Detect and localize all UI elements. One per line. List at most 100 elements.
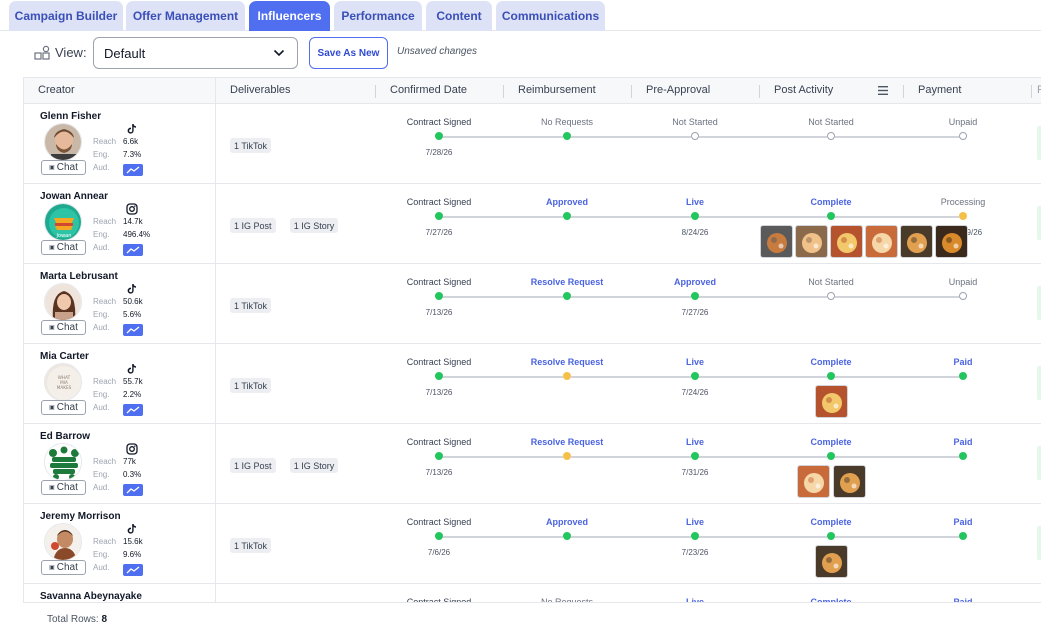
- pipeline-status[interactable]: Resolve Request: [531, 277, 604, 287]
- eng-label: Eng.: [93, 550, 110, 559]
- pipeline-status[interactable]: Complete: [810, 357, 851, 367]
- pipeline-status[interactable]: Live: [686, 197, 704, 207]
- creator-name[interactable]: Marta Lebrusant: [40, 271, 118, 282]
- tab-content[interactable]: Content: [426, 1, 492, 31]
- pipeline-status[interactable]: Live: [686, 437, 704, 447]
- avatar: [44, 443, 82, 481]
- pipeline-connector: [699, 376, 827, 378]
- col-confirmed-date[interactable]: Confirmed Date: [390, 84, 467, 96]
- chat-button[interactable]: ▣ Chat: [41, 240, 86, 255]
- pipeline-status[interactable]: Approved: [546, 197, 588, 207]
- total-rows-label: Total Rows:: [47, 614, 99, 625]
- col-pre-approval[interactable]: Pre-Approval: [646, 84, 710, 96]
- pipeline-connector: [835, 136, 959, 138]
- pipeline-node: [691, 292, 699, 300]
- reach-label: Reach: [93, 217, 117, 226]
- pipeline-status[interactable]: Approved: [546, 517, 588, 527]
- pipeline-node: [435, 292, 443, 300]
- audience-chart-icon[interactable]: [123, 244, 143, 256]
- col-payment[interactable]: Payment: [918, 84, 961, 96]
- truncated-cell: [1037, 446, 1041, 480]
- pipeline-date: 7/23/26: [681, 548, 709, 557]
- view-select[interactable]: Default: [93, 37, 298, 69]
- pipeline-status: Contract Signed: [406, 437, 472, 447]
- pipeline-status[interactable]: Live: [686, 357, 704, 367]
- table-row[interactable]: Mia Carter WHAT MIA MAKES ▣ Chat Reach 55.7k Eng…: [24, 344, 1041, 424]
- tab-influencers[interactable]: Influencers: [249, 1, 330, 31]
- col-post-activity[interactable]: Post Activity: [774, 84, 833, 96]
- col-deliverables[interactable]: Deliverables: [230, 84, 291, 96]
- column-divider: [903, 85, 904, 98]
- pipeline-status: Not Started: [808, 277, 854, 287]
- reach-value: 6.6k: [123, 137, 139, 146]
- post-thumbnail[interactable]: [833, 465, 866, 498]
- pipeline-status[interactable]: Paid: [953, 517, 972, 527]
- reach-value: 77k: [123, 457, 136, 466]
- creator-name[interactable]: Glenn Fisher: [40, 111, 101, 122]
- pipeline-status[interactable]: Paid: [953, 357, 972, 367]
- pipeline-status[interactable]: Complete: [810, 437, 851, 447]
- audience-chart-icon[interactable]: [123, 404, 143, 416]
- table-row[interactable]: Marta Lebrusant ▣ Chat Reach 50.6k Eng. 5.6% Au…: [24, 264, 1041, 344]
- creator-name[interactable]: Jowan Annear: [40, 191, 108, 202]
- chat-button[interactable]: ▣ Chat: [41, 320, 86, 335]
- pipeline-node: [827, 212, 835, 220]
- pipeline-connector: [835, 376, 959, 378]
- column-menu-icon[interactable]: [878, 86, 888, 95]
- chat-label: Chat: [56, 162, 78, 173]
- tab-performance[interactable]: Performance: [334, 1, 422, 31]
- chat-button[interactable]: ▣ Chat: [41, 400, 86, 415]
- pipeline-status[interactable]: Resolve Request: [531, 357, 604, 367]
- post-thumbnail[interactable]: [935, 225, 968, 258]
- column-divider: [375, 85, 376, 98]
- creator-name[interactable]: Savanna Abeynayake: [40, 591, 142, 602]
- tab-communications[interactable]: Communications: [496, 1, 605, 31]
- pipeline-connector: [835, 216, 959, 218]
- pipeline-status[interactable]: Complete: [810, 197, 851, 207]
- post-thumbnail[interactable]: [900, 225, 933, 258]
- table-row[interactable]: Jeremy Morrison ▣ Chat Reach 15.6k Eng. 9.6% Au…: [24, 504, 1041, 584]
- table-row[interactable]: Savanna Abeynayake Contract Signed No Requ…: [24, 584, 1041, 602]
- col-creator[interactable]: Creator: [38, 84, 75, 96]
- table-row[interactable]: Jowan Annear Jowan ▣ Chat Reach 14.7k Eng. 496.…: [24, 184, 1041, 264]
- creator-name[interactable]: Mia Carter: [40, 351, 89, 362]
- audience-chart-icon[interactable]: [123, 164, 143, 176]
- post-thumbnail[interactable]: [815, 385, 848, 418]
- audience-chart-icon[interactable]: [123, 324, 143, 336]
- pipeline-connector: [443, 536, 563, 538]
- post-thumbnail[interactable]: [795, 225, 828, 258]
- audience-chart-icon[interactable]: [123, 564, 143, 576]
- tab-campaign-builder[interactable]: Campaign Builder: [9, 1, 123, 31]
- eng-label: Eng.: [93, 470, 110, 479]
- table-row[interactable]: Glenn Fisher ▣ Chat Reach 6.6k Eng. 7.3% Aud. 1 …: [24, 104, 1041, 184]
- post-thumbnail[interactable]: [865, 225, 898, 258]
- pipeline-node: [959, 452, 967, 460]
- pipeline-status[interactable]: Paid: [953, 437, 972, 447]
- pipeline-status[interactable]: Live: [686, 517, 704, 527]
- pipeline-status[interactable]: Approved: [674, 277, 716, 287]
- post-thumbnail[interactable]: [760, 225, 793, 258]
- post-thumbnail[interactable]: [815, 545, 848, 578]
- creator-name[interactable]: Jeremy Morrison: [40, 511, 121, 522]
- tab-offer-management[interactable]: Offer Management: [126, 1, 245, 31]
- save-as-new-button[interactable]: Save As New: [309, 37, 388, 69]
- chat-button[interactable]: ▣ Chat: [41, 160, 86, 175]
- pipeline-connector: [571, 296, 691, 298]
- instagram-icon: [126, 202, 138, 215]
- col-truncated[interactable]: P: [1037, 84, 1041, 96]
- pipeline-status[interactable]: Resolve Request: [531, 437, 604, 447]
- toolbar: View: Default Save As New Unsaved change…: [0, 31, 1041, 76]
- creator-name[interactable]: Ed Barrow: [40, 431, 90, 442]
- chat-button[interactable]: ▣ Chat: [41, 480, 86, 495]
- table-row[interactable]: Ed Barrow ▣ Chat Reach 77k Eng. 0.3% Aud. 1 IG P…: [24, 424, 1041, 504]
- pipeline-status[interactable]: Complete: [810, 517, 851, 527]
- pipeline-node: [435, 372, 443, 380]
- avatar: [44, 523, 82, 561]
- post-thumbnail[interactable]: [830, 225, 863, 258]
- pipeline-node: [827, 532, 835, 540]
- post-thumbnail[interactable]: [797, 465, 830, 498]
- col-reimbursement[interactable]: Reimbursement: [518, 84, 596, 96]
- reach-label: Reach: [93, 137, 117, 146]
- audience-chart-icon[interactable]: [123, 484, 143, 496]
- chat-button[interactable]: ▣ Chat: [41, 560, 86, 575]
